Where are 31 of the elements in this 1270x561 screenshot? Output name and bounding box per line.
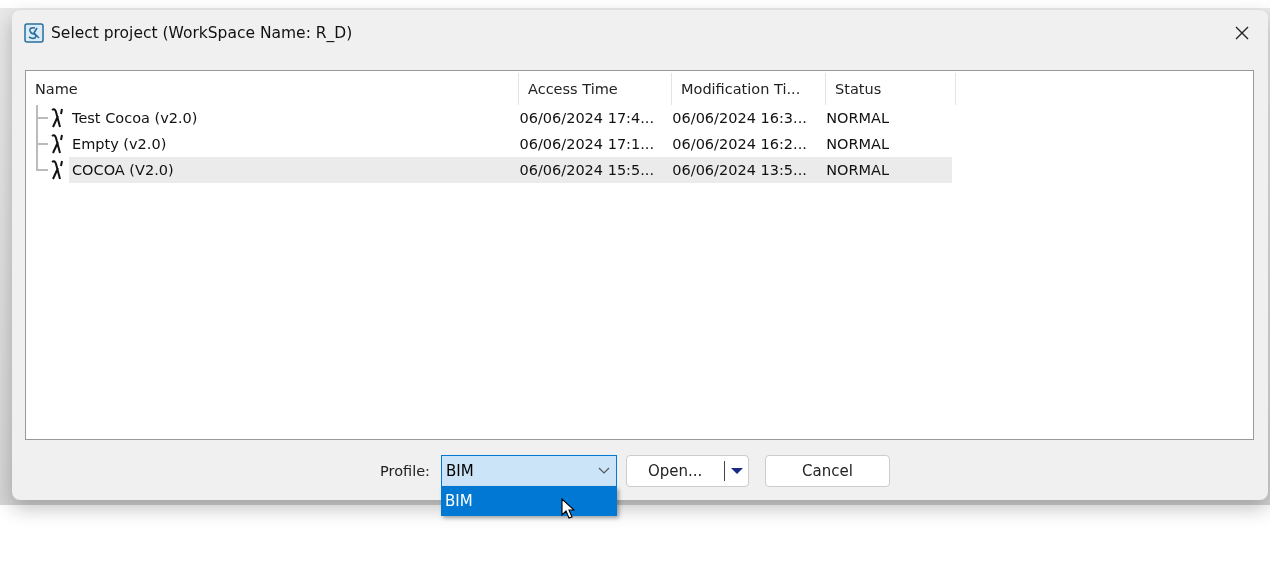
column-header[interactable]: Status <box>826 73 956 105</box>
profile-dropdown[interactable]: BIM <box>441 455 617 487</box>
table-cell-text: 06/06/2024 17:4... <box>519 110 656 126</box>
table-cell-text: 06/06/2024 16:3... <box>672 110 808 126</box>
mouse-pointer-icon <box>561 498 575 520</box>
profile-label: Profile: <box>380 463 430 479</box>
open-button[interactable]: Open... <box>626 455 749 487</box>
window-title: Select project (WorkSpace Name: R_D) <box>51 24 353 42</box>
app-logo-icon <box>24 23 44 43</box>
table-cell-text: COCOA (V2.0) <box>71 162 175 178</box>
table-cell-text: NORMAL <box>826 136 890 152</box>
project-row[interactable]: Test Cocoa (v2.0) 06/06/2024 17:4... 06/06/2024 16:3... NORMAL <box>69 105 952 131</box>
table-cell-text: NORMAL <box>826 110 890 126</box>
close-icon[interactable] <box>1234 25 1250 41</box>
table-cell-text: 06/06/2024 15:5... <box>519 162 656 178</box>
table-cell-text: NORMAL <box>826 162 890 178</box>
column-header[interactable]: Name <box>26 73 519 105</box>
column-header[interactable]: Access Time <box>519 73 672 105</box>
table-cell-text: Empty (v2.0) <box>71 136 168 152</box>
table-cell-text: Test Cocoa (v2.0) <box>71 110 199 126</box>
caret-icon <box>731 467 743 475</box>
column-header[interactable]: Modification Ti... <box>672 73 826 105</box>
tree-line <box>36 105 48 131</box>
dropdown-option[interactable]: BIM <box>441 487 617 516</box>
cancel-button[interactable]: Cancel <box>765 455 890 487</box>
table-cell-text: 06/06/2024 16:2... <box>672 136 808 152</box>
project-row[interactable]: Empty (v2.0) 06/06/2024 17:1... 06/06/2024 16:2... NORMAL <box>69 131 952 157</box>
table-cell-text: 06/06/2024 13:5... <box>672 162 808 178</box>
project-row[interactable]: COCOA (V2.0) 06/06/2024 15:5... 06/06/2024 13:5... NORMAL <box>69 157 952 183</box>
chevron-down-icon <box>598 467 610 475</box>
table-cell-text: 06/06/2024 17:1... <box>519 136 656 152</box>
